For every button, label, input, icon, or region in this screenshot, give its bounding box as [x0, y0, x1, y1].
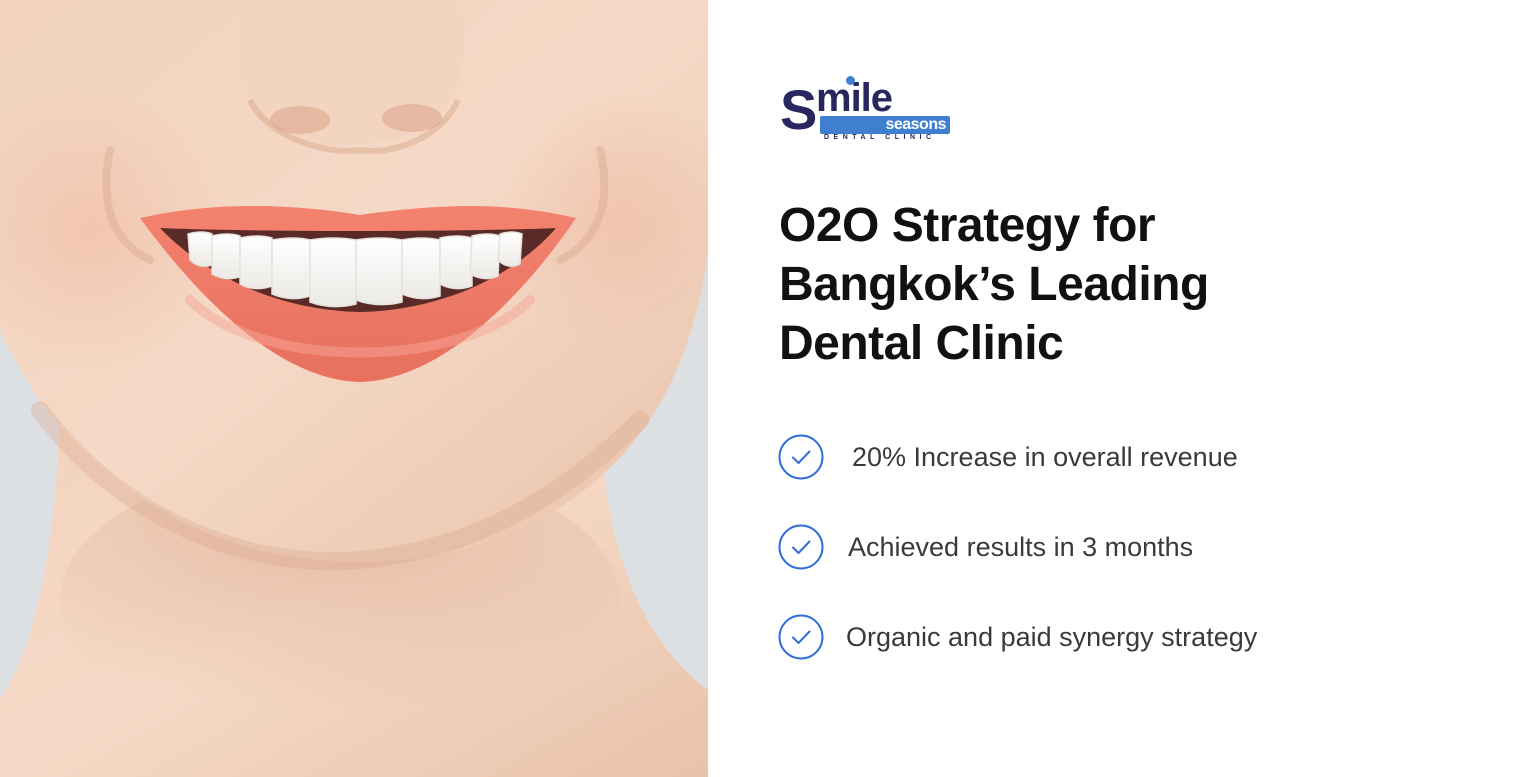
benefit-text: Achieved results in 3 months: [848, 531, 1194, 562]
page-title: O2O Strategy for Bangkok’s Leading Denta…: [779, 196, 1479, 373]
benefit-text: 20% Increase in overall revenue: [852, 441, 1238, 472]
page-title-line-3: Dental Clinic: [779, 317, 1064, 370]
smile-photo-illustration: [0, 0, 708, 777]
check-circle-icon: [778, 524, 824, 570]
logo-subword: seasons: [885, 116, 946, 133]
benefit-text: Organic and paid synergy strategy: [846, 621, 1258, 652]
benefit-item: Achieved results in 3 months: [778, 522, 1257, 572]
benefits-list: 20% Increase in overall revenue Achieved…: [778, 432, 1257, 702]
check-circle-icon: [778, 434, 824, 480]
case-study-banner: S mile seasons DENTAL CLINIC O2O Strateg…: [0, 0, 1536, 777]
logo-wordmark: mile: [816, 76, 893, 120]
smile-photo: [0, 0, 708, 777]
logo-bar: seasons: [820, 116, 950, 134]
smile-seasons-logo: S mile seasons DENTAL CLINIC: [780, 76, 960, 146]
check-circle-icon: [778, 614, 824, 660]
page-title-line-1: O2O Strategy for: [779, 199, 1156, 252]
benefit-item: Organic and paid synergy strategy: [778, 612, 1257, 662]
logo-initial: S: [780, 78, 817, 141]
logo-dot: [846, 76, 855, 85]
content-panel: S mile seasons DENTAL CLINIC O2O Strateg…: [708, 0, 1536, 777]
benefit-item: 20% Increase in overall revenue: [778, 432, 1257, 482]
page-title-line-2: Bangkok’s Leading: [779, 258, 1209, 311]
logo-tagline: DENTAL CLINIC: [824, 134, 936, 141]
